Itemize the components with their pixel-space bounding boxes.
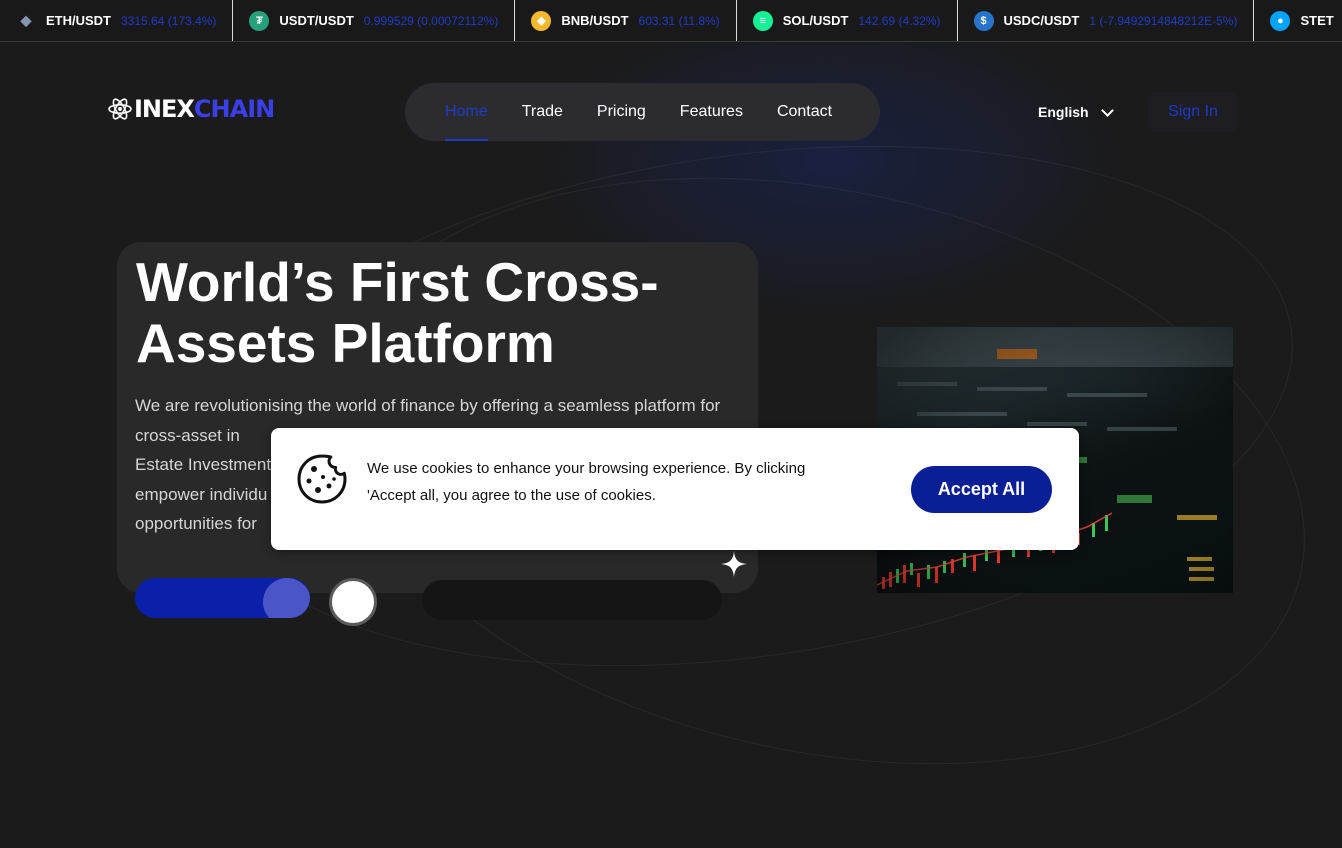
get-started-button[interactable] (135, 578, 310, 618)
ticker-item[interactable]: ◆ BNB/USDT 603.31 (11.8%) (515, 0, 737, 41)
accept-all-button[interactable]: Accept All (911, 466, 1052, 513)
ticker-value: 1 (-7.9492914848212E-5%) (1089, 13, 1238, 28)
ticker-value: 0.999529 (0.00072112%) (363, 13, 499, 28)
price-ticker: ◆ ETH/USDT 3315.64 (173.4%) ₮ USDT/USDT 0.999… (0, 0, 1342, 42)
steth-icon: ● (1270, 10, 1291, 31)
ticker-item[interactable]: ≡ SOL/USDT 142.69 (4.32%) (737, 0, 958, 41)
ticker-value: 603.31 (11.8%) (638, 13, 720, 28)
atom-icon (108, 98, 132, 120)
secondary-pill[interactable] (422, 580, 722, 620)
hero-title: World’s First Cross-Assets Platform (136, 251, 659, 374)
logo-text-inex: INEX (134, 95, 195, 123)
ticker-value: 142.69 (4.32%) (858, 13, 941, 28)
ticker-pair: USDT/USDT (279, 13, 354, 28)
ticker-item[interactable]: ● STET (1254, 0, 1342, 41)
logo-text-chain: CHAIN (193, 95, 275, 123)
main-nav: Home Trade Pricing Features Contact (405, 83, 880, 141)
sparkle-icon (721, 551, 747, 577)
cta-knob (263, 578, 310, 618)
language-select[interactable]: English (1038, 103, 1114, 120)
ticker-item[interactable]: ₮ USDT/USDT 0.999529 (0.00072112%) (233, 0, 516, 41)
ticker-value: 3315.64 (173.4%) (121, 13, 217, 28)
nav-trade[interactable]: Trade (522, 103, 563, 121)
solana-icon: ≡ (752, 10, 773, 31)
nav-features[interactable]: Features (680, 103, 743, 121)
ticker-pair: STET (1300, 13, 1334, 28)
ticker-pair: ETH/USDT (46, 13, 111, 28)
nav-contact[interactable]: Contact (777, 103, 832, 121)
ticker-pair: USDC/USDT (1003, 13, 1080, 28)
play-button[interactable] (329, 578, 377, 626)
nav-pricing[interactable]: Pricing (597, 103, 646, 121)
chevron-down-icon (1100, 103, 1114, 117)
ticker-pair: BNB/USDT (561, 13, 629, 28)
bnb-icon: ◆ (531, 10, 552, 31)
ticker-pair: SOL/USDT (782, 13, 849, 28)
cookie-message: We use cookies to enhance your browsing … (367, 460, 806, 504)
nav-home[interactable]: Home (445, 103, 488, 141)
sign-in-button[interactable]: Sign In (1148, 92, 1238, 132)
language-label: English (1038, 104, 1089, 120)
tether-icon: ₮ (249, 10, 270, 31)
cookie-icon (297, 454, 347, 504)
ticker-item[interactable]: ◆ ETH/USDT 3315.64 (173.4%) (0, 0, 234, 41)
ethereum-icon: ◆ (20, 12, 32, 28)
usdc-icon: $ (973, 10, 994, 31)
ticker-item[interactable]: $ USDC/USDT 1 (-7.9492914848212E-5%) (958, 0, 1255, 41)
cookie-banner: We use cookies to enhance your browsing … (271, 428, 1079, 550)
brand-logo[interactable]: INEX CHAIN (107, 95, 275, 123)
